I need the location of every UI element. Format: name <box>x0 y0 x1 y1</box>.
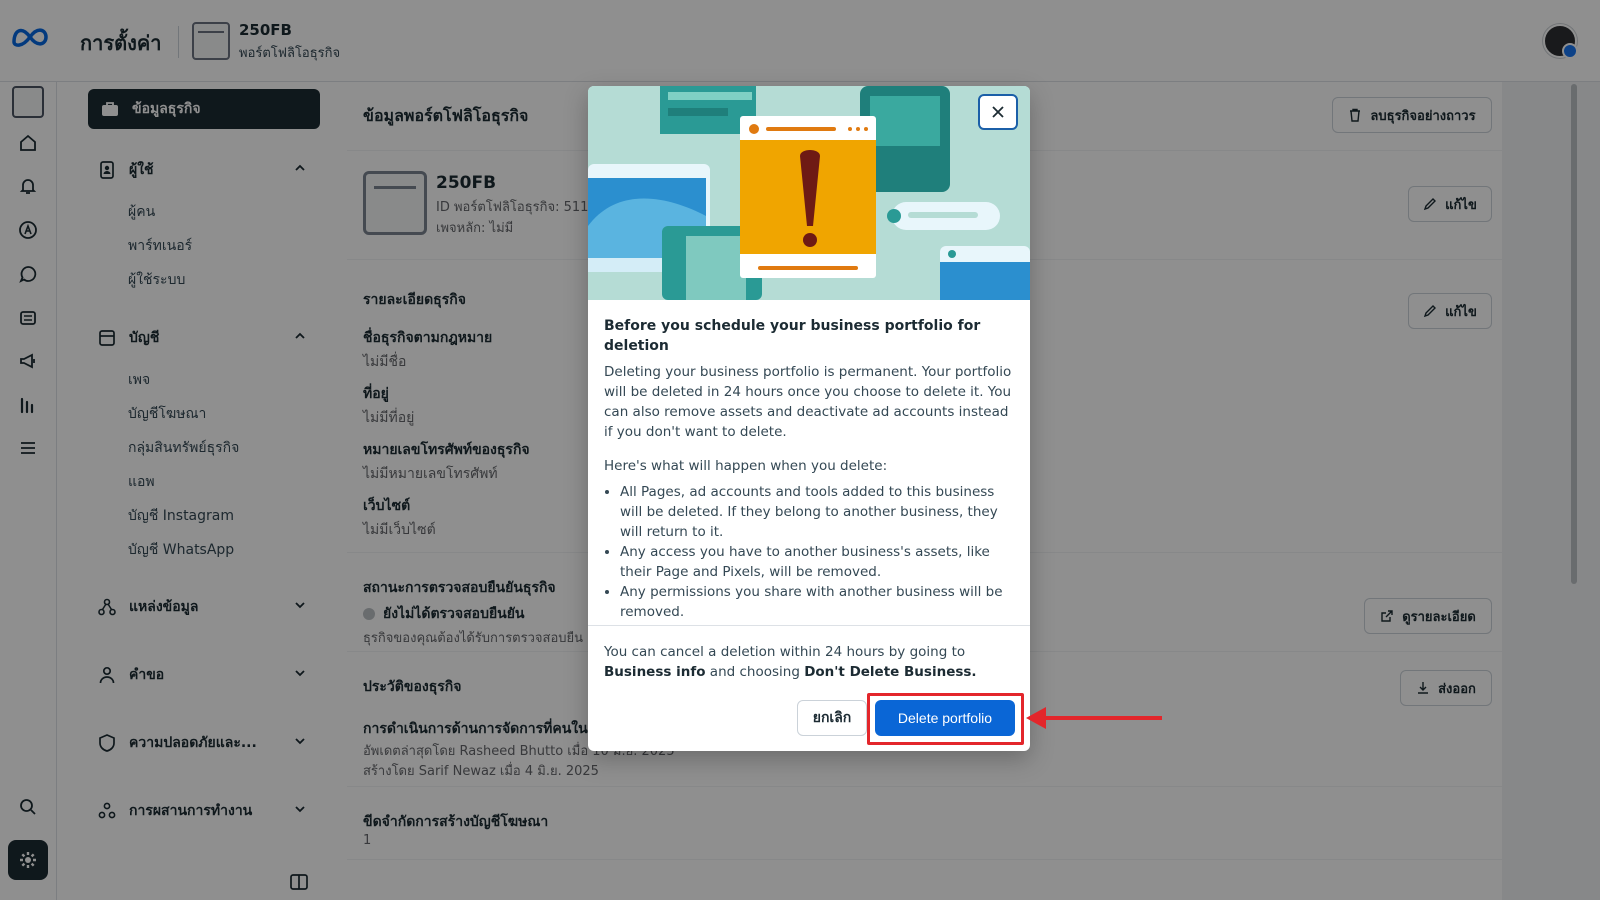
list-item: Any access you have to another business'… <box>620 542 1016 582</box>
dialog-list-heading: Here's what will happen when you delete: <box>604 458 888 474</box>
dialog-divider <box>588 625 1030 626</box>
footer-text-part: You can cancel a deletion within 24 hour… <box>604 644 966 660</box>
consequence-list: All Pages, ad accounts and tools added t… <box>604 482 1016 622</box>
highlight-box <box>867 693 1024 745</box>
delete-portfolio-dialog: Before you schedule your business portfo… <box>588 86 1030 751</box>
cancel-button[interactable]: ยกเลิก <box>797 700 867 736</box>
business-info-emphasis: Business info <box>604 664 706 680</box>
dialog-title: Before you schedule your business portfo… <box>604 318 981 354</box>
arrow-left-icon <box>1026 707 1162 729</box>
dialog-body: Before you schedule your business portfo… <box>604 316 1016 622</box>
warning-illustration-icon <box>588 86 1030 300</box>
dialog-footer-text: You can cancel a deletion within 24 hour… <box>604 642 1020 682</box>
list-item: Any permissions you share with another b… <box>620 582 1016 622</box>
dialog-intro: Deleting your business portfolio is perm… <box>604 364 1012 440</box>
dont-delete-emphasis: Don't Delete Business. <box>804 664 977 680</box>
warning-illustration <box>588 86 1030 300</box>
close-icon <box>992 106 1004 118</box>
list-item: All Pages, ad accounts and tools added t… <box>620 482 1016 542</box>
footer-text-part: and choosing <box>705 664 805 680</box>
close-button[interactable] <box>978 94 1018 130</box>
